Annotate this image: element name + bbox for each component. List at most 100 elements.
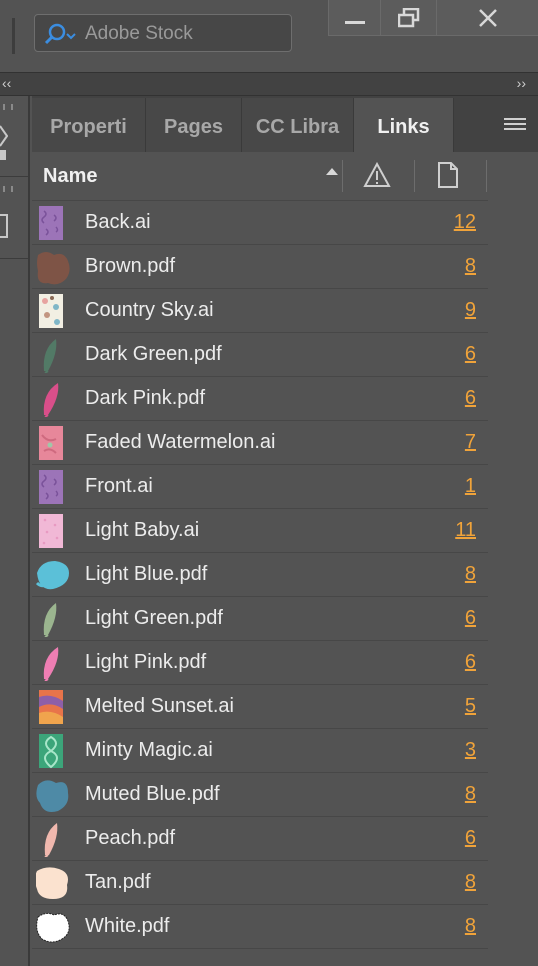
link-name: Peach.pdf bbox=[85, 827, 176, 849]
link-page-number[interactable]: 6 bbox=[465, 607, 476, 630]
link-thumbnail bbox=[39, 514, 63, 548]
link-name: Light Blue.pdf bbox=[85, 563, 208, 585]
link-row[interactable]: Light Green.pdf 6 bbox=[32, 597, 488, 641]
link-page-number[interactable]: 8 bbox=[465, 915, 476, 938]
link-page-number[interactable]: 8 bbox=[465, 783, 476, 806]
link-thumbnail bbox=[39, 294, 63, 328]
tab-links[interactable]: Links bbox=[354, 98, 454, 152]
link-name: Minty Magic.ai bbox=[85, 739, 213, 761]
link-page-number[interactable]: 6 bbox=[465, 387, 476, 410]
links-panel: Properti Pages CC Libra Links Name Back.… bbox=[32, 96, 538, 966]
divider bbox=[0, 176, 28, 177]
link-row[interactable]: Dark Pink.pdf 6 bbox=[32, 377, 488, 421]
layers-tool-icon[interactable] bbox=[0, 214, 8, 238]
link-row[interactable]: Minty Magic.ai 3 bbox=[32, 729, 488, 773]
link-thumbnail bbox=[43, 383, 59, 417]
search-icon bbox=[44, 23, 76, 45]
sort-ascending-icon[interactable] bbox=[326, 168, 338, 175]
link-thumbnail bbox=[43, 647, 59, 681]
link-row[interactable]: Country Sky.ai 9 bbox=[32, 289, 488, 333]
grip-icon[interactable] bbox=[3, 186, 13, 192]
link-page-number[interactable]: 6 bbox=[465, 827, 476, 850]
link-name: White.pdf bbox=[85, 915, 170, 937]
minimize-icon bbox=[344, 20, 365, 24]
link-row[interactable]: Light Blue.pdf 8 bbox=[32, 553, 488, 597]
window-controls bbox=[328, 0, 538, 38]
link-row[interactable]: Melted Sunset.ai 5 bbox=[32, 685, 488, 729]
link-name: Light Pink.pdf bbox=[85, 651, 207, 673]
name-column-header[interactable]: Name bbox=[43, 165, 97, 188]
tab-cc-libraries[interactable]: CC Libra bbox=[242, 98, 354, 152]
links-column-header: Name bbox=[32, 152, 488, 201]
search-placeholder: Adobe Stock bbox=[85, 23, 193, 44]
minimize-button[interactable] bbox=[328, 0, 380, 36]
links-list: Back.ai 12 Brown.pdf 8 Country Sky.ai 9 Dark G… bbox=[32, 201, 488, 949]
page-icon[interactable] bbox=[437, 162, 459, 188]
restore-icon bbox=[397, 7, 419, 27]
link-thumbnail bbox=[39, 426, 63, 460]
close-button[interactable] bbox=[436, 0, 538, 36]
column-divider bbox=[414, 160, 415, 192]
tab-label: Links bbox=[377, 116, 430, 138]
link-row[interactable]: Brown.pdf 8 bbox=[32, 245, 488, 289]
link-page-number[interactable]: 8 bbox=[465, 563, 476, 586]
link-name: Light Green.pdf bbox=[85, 607, 223, 629]
app-title-bar: Adobe Stock bbox=[0, 0, 538, 72]
link-page-number[interactable]: 5 bbox=[465, 695, 476, 718]
close-icon bbox=[478, 8, 497, 27]
link-name: Muted Blue.pdf bbox=[85, 783, 220, 805]
link-row[interactable]: Back.ai 12 bbox=[32, 201, 488, 245]
link-row[interactable]: Front.ai 1 bbox=[32, 465, 488, 509]
link-row[interactable]: Light Pink.pdf 6 bbox=[32, 641, 488, 685]
link-thumbnail bbox=[36, 867, 68, 899]
link-row[interactable]: Dark Green.pdf 6 bbox=[32, 333, 488, 377]
link-thumbnail bbox=[43, 339, 57, 373]
left-tool-strip bbox=[0, 96, 30, 966]
link-row[interactable]: Faded Watermelon.ai 7 bbox=[32, 421, 488, 465]
tab-label: Properti bbox=[50, 116, 127, 138]
link-name: Dark Pink.pdf bbox=[85, 387, 206, 409]
tab-pages[interactable]: Pages bbox=[146, 98, 242, 152]
link-page-number[interactable]: 11 bbox=[455, 519, 476, 542]
link-row[interactable]: White.pdf 8 bbox=[32, 905, 488, 949]
link-name: Dark Green.pdf bbox=[85, 343, 222, 365]
pages-tool-icon[interactable] bbox=[0, 122, 8, 162]
divider bbox=[0, 258, 28, 259]
link-name: Faded Watermelon.ai bbox=[85, 431, 276, 453]
restore-button[interactable] bbox=[380, 0, 436, 36]
link-name: Back.ai bbox=[85, 211, 151, 233]
link-page-number[interactable]: 12 bbox=[454, 211, 476, 234]
link-row[interactable]: Light Baby.ai 11 bbox=[32, 509, 488, 553]
link-row[interactable]: Tan.pdf 8 bbox=[32, 861, 488, 905]
link-row[interactable]: Muted Blue.pdf 8 bbox=[32, 773, 488, 817]
link-page-number[interactable]: 7 bbox=[465, 431, 476, 454]
link-name: Front.ai bbox=[85, 475, 153, 497]
panel-menu-icon[interactable] bbox=[504, 118, 526, 132]
link-thumbnail bbox=[44, 823, 58, 857]
warning-icon[interactable] bbox=[363, 162, 391, 188]
link-page-number[interactable]: 3 bbox=[465, 739, 476, 762]
link-page-number[interactable]: 6 bbox=[465, 343, 476, 366]
link-thumbnail bbox=[36, 561, 69, 590]
link-name: Melted Sunset.ai bbox=[85, 695, 234, 717]
tab-label: Pages bbox=[164, 116, 223, 138]
adobe-stock-search[interactable]: Adobe Stock bbox=[34, 14, 292, 52]
scroll-area[interactable] bbox=[489, 152, 538, 966]
expand-left-icon[interactable]: ‹‹ bbox=[2, 75, 11, 91]
link-page-number[interactable]: 8 bbox=[465, 871, 476, 894]
link-name: Tan.pdf bbox=[85, 871, 151, 893]
grip-icon[interactable] bbox=[3, 104, 13, 110]
link-thumbnail bbox=[36, 780, 69, 812]
panel-tab-bar: Properti Pages CC Libra Links bbox=[32, 96, 538, 152]
tab-properties[interactable]: Properti bbox=[32, 98, 146, 152]
collapse-right-icon[interactable]: ›› bbox=[517, 75, 526, 91]
link-page-number[interactable]: 6 bbox=[465, 651, 476, 674]
link-thumbnail bbox=[39, 206, 63, 240]
link-name: Light Baby.ai bbox=[85, 519, 200, 541]
link-row[interactable]: Peach.pdf 6 bbox=[32, 817, 488, 861]
grip-handle[interactable] bbox=[12, 18, 15, 54]
link-thumbnail bbox=[43, 603, 57, 637]
link-page-number[interactable]: 1 bbox=[465, 475, 476, 498]
link-page-number[interactable]: 8 bbox=[465, 255, 476, 278]
link-page-number[interactable]: 9 bbox=[465, 299, 476, 322]
